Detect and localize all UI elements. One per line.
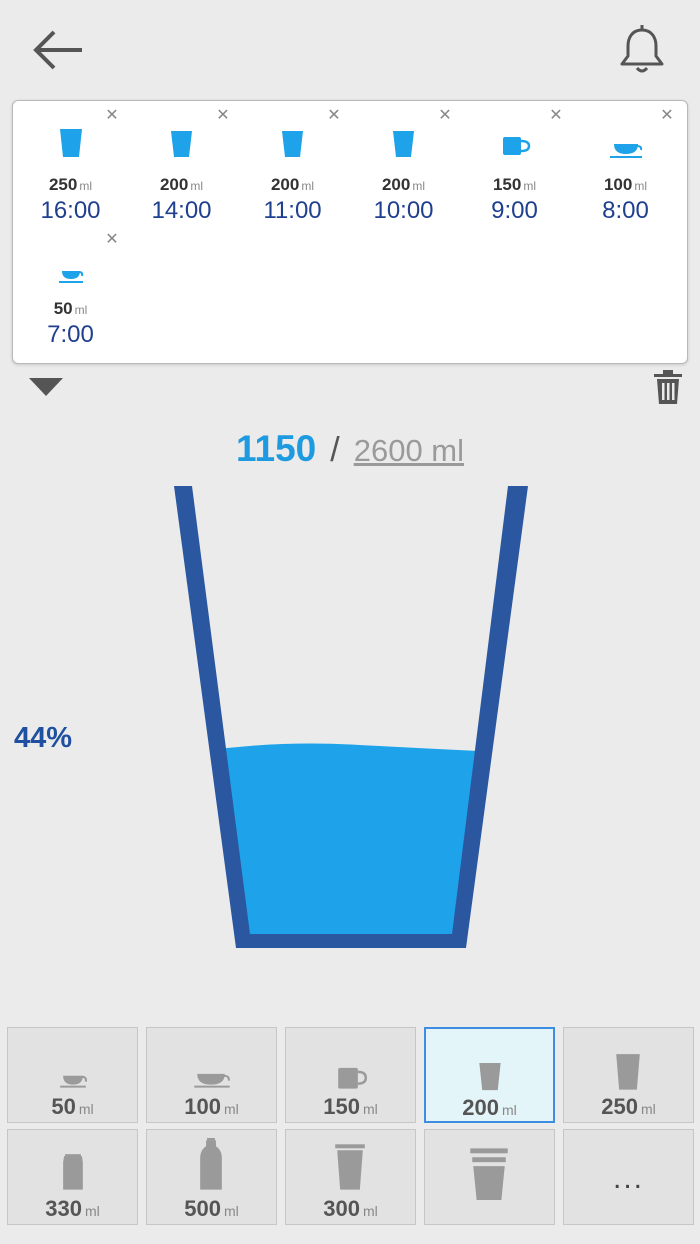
back-button[interactable] <box>28 24 88 76</box>
more-icon: ... <box>612 1162 644 1195</box>
top-bar <box>0 0 700 100</box>
mug-icon <box>503 137 531 155</box>
drink-unit: ml <box>362 1101 378 1117</box>
remove-entry-button[interactable]: ✕ <box>547 107 565 125</box>
entry-amount: 200 <box>381 175 411 194</box>
remove-entry-button[interactable]: ✕ <box>658 107 676 125</box>
entry-time: 8:00 <box>602 197 649 224</box>
drink-amount: 50 <box>51 1094 76 1119</box>
bottle-icon <box>200 1138 222 1190</box>
drink-selector: 50 ml 100 ml 150 ml 200 ml 250 ml 330 ml 500 ml… <box>0 1026 700 1244</box>
entry-time: 7:00 <box>47 321 94 348</box>
entry-time: 14:00 <box>151 197 212 224</box>
entry-time: 11:00 <box>263 197 322 224</box>
log-entry: ✕ 250 ml 16:00 <box>15 101 126 224</box>
percent-label: 44% <box>14 722 73 754</box>
drink-amount: 500 <box>184 1196 221 1221</box>
entry-amount: 250 <box>48 175 78 194</box>
triangle-down-icon <box>29 378 63 396</box>
drink-unit: ml <box>223 1101 239 1117</box>
entry-unit: ml <box>190 179 204 193</box>
trash-icon <box>654 370 682 404</box>
entry-unit: ml <box>523 179 537 193</box>
entry-amount: 200 <box>270 175 300 194</box>
large-glass-icon <box>335 1144 365 1190</box>
log-entry: ✕ 100 ml 8:00 <box>570 101 681 224</box>
separator: / <box>330 431 340 469</box>
glass-icon <box>60 129 82 157</box>
entry-time: 10:00 <box>373 197 434 224</box>
current-intake: 1150 <box>235 428 317 469</box>
drink-amount: 330 <box>45 1196 82 1221</box>
drink-unit: ml <box>78 1101 94 1117</box>
drink-button-250[interactable]: 250 ml <box>563 1027 694 1123</box>
entry-unit: ml <box>412 179 426 193</box>
drink-unit: ml <box>84 1203 100 1219</box>
bell-icon <box>620 25 664 73</box>
log-entry: ✕ 150 ml 9:00 <box>459 101 570 224</box>
intake-log-card: ✕ 250 ml 16:00 ✕ 200 ml 14:00 ✕ 200 ml 11:0… <box>12 100 688 364</box>
glass-icon <box>282 131 303 157</box>
drink-unit: ml <box>223 1203 239 1219</box>
drink-unit: ml <box>501 1102 517 1118</box>
drink-button-100[interactable]: 100 ml <box>146 1027 277 1123</box>
entry-unit: ml <box>74 303 88 317</box>
entry-unit: ml <box>79 179 93 193</box>
entry-amount: 150 <box>492 175 522 194</box>
drink-amount: 200 <box>462 1095 499 1120</box>
progress-summary: 1150 / 2600 ml <box>0 428 700 478</box>
daily-goal[interactable]: 2600 ml <box>354 433 464 468</box>
teacup-icon <box>610 144 643 158</box>
drink-button-330[interactable]: 330 ml <box>7 1129 138 1225</box>
entry-amount: 100 <box>603 175 633 194</box>
glass-icon <box>479 1063 501 1091</box>
log-entry: ✕ 50 ml 7:00 <box>15 225 126 348</box>
drink-unit: ml <box>362 1203 378 1219</box>
glass-icon <box>171 131 192 157</box>
log-entry: ✕ 200 ml 10:00 <box>348 101 459 224</box>
drink-amount: 150 <box>323 1094 360 1119</box>
custom-cup-icon <box>470 1148 508 1200</box>
water-glass <box>174 486 528 948</box>
arrow-left-icon <box>33 30 82 70</box>
entry-amount: 200 <box>159 175 189 194</box>
can-icon <box>63 1154 83 1190</box>
reminder-button[interactable] <box>612 22 672 78</box>
small-cup-icon <box>60 1075 87 1088</box>
drink-amount: 300 <box>323 1196 360 1221</box>
drink-amount: 250 <box>601 1094 638 1119</box>
remove-entry-button[interactable]: ✕ <box>103 107 121 125</box>
mug-icon <box>338 1067 367 1089</box>
drink-button-300[interactable]: 300 ml <box>285 1129 416 1225</box>
glass-icon <box>393 131 414 157</box>
drink-amount: 100 <box>184 1094 221 1119</box>
entry-time: 16:00 <box>40 197 101 224</box>
drink-unit: ml <box>640 1101 656 1117</box>
entry-unit: ml <box>634 179 648 193</box>
drink-button-50[interactable]: 50 ml <box>7 1027 138 1123</box>
remove-entry-button[interactable]: ✕ <box>325 107 343 125</box>
drink-button-custom[interactable] <box>424 1129 555 1225</box>
collapse-log-button[interactable] <box>26 374 66 402</box>
drink-button-200[interactable]: 200 ml <box>424 1027 555 1123</box>
remove-entry-button[interactable]: ✕ <box>214 107 232 125</box>
more-drinks-button[interactable]: ... <box>563 1129 694 1225</box>
entry-time: 9:00 <box>491 197 538 224</box>
drink-button-150[interactable]: 150 ml <box>285 1027 416 1123</box>
remove-entry-button[interactable]: ✕ <box>103 231 121 249</box>
clear-log-button[interactable] <box>650 368 686 408</box>
small-cup-icon <box>59 271 84 283</box>
log-entry: ✕ 200 ml 14:00 <box>126 101 237 224</box>
tall-glass-icon <box>616 1054 640 1090</box>
entry-amount: 50 <box>53 299 73 318</box>
entry-unit: ml <box>301 179 315 193</box>
remove-entry-button[interactable]: ✕ <box>436 107 454 125</box>
teacup-icon <box>194 1073 230 1088</box>
log-entry: ✕ 200 ml 11:00 <box>237 101 348 224</box>
drink-button-500[interactable]: 500 ml <box>146 1129 277 1225</box>
